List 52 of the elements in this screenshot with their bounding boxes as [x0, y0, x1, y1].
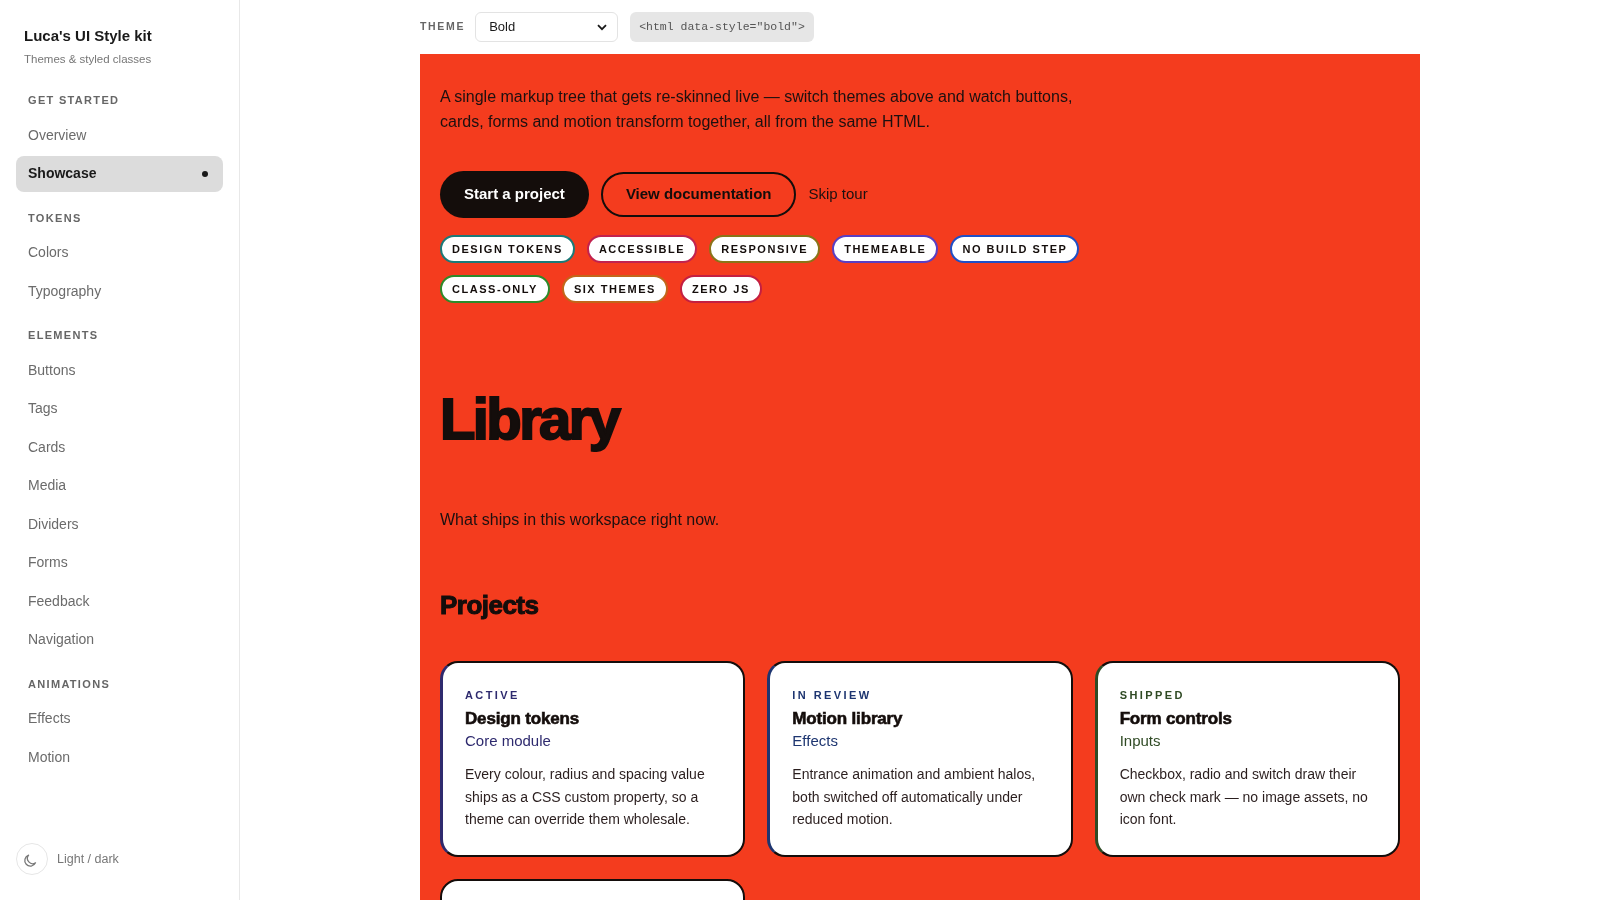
sidebar-item[interactable]: Forms: [16, 544, 223, 581]
moon-icon: [16, 843, 48, 875]
card-title: Form controls: [1119, 709, 1233, 729]
tag: NO BUILD STEP: [950, 235, 1080, 263]
sidebar-item[interactable]: Typography: [16, 273, 223, 309]
sidebar-item[interactable]: Cards: [16, 429, 223, 465]
section-heading: TOKENS: [27, 210, 83, 226]
card-category: Core module: [465, 731, 552, 751]
status-label: IN REVIEW: [792, 688, 873, 703]
library-subtitle: What ships in this workspace right now.: [440, 510, 721, 530]
theme-select[interactable]: Bold: [475, 12, 619, 42]
tag: ACCESSIBLE: [586, 235, 698, 263]
sidebar-item[interactable]: Buttons: [16, 352, 223, 388]
card-category: Inputs: [1119, 731, 1162, 751]
sidebar-item[interactable]: Tags: [16, 390, 223, 427]
theme-toggle[interactable]: Light / dark: [16, 843, 223, 875]
card-category: Effects: [792, 731, 839, 751]
tag: CLASS-ONLY: [440, 275, 550, 303]
sidebar-item[interactable]: Dividers: [16, 506, 223, 542]
code-snippet: <html data-style="bold">: [630, 12, 814, 42]
card-title: Design tokens: [465, 709, 580, 729]
card-description: Entrance animation and ambient halos, both switched off automatically under reduced motion.: [792, 765, 1037, 829]
sidebar-item[interactable]: Overview: [16, 117, 223, 153]
tag: DESIGN TOKENS: [440, 235, 575, 263]
section-heading: ELEMENTS: [27, 328, 100, 343]
projects-heading: Projects: [440, 590, 540, 620]
status-label: ACTIVE: [465, 688, 521, 703]
status-label: SHIPPED: [1119, 688, 1186, 703]
sidebar-item[interactable]: Navigation: [16, 621, 223, 658]
card-title: Motion library: [792, 709, 904, 729]
chevron-down-icon: [597, 23, 608, 31]
app-subtitle: Themes & styled classes: [23, 52, 153, 67]
tag: THEMEABLE: [832, 235, 939, 263]
intro-text: A single markup tree that gets re-skinned live — switch themes above and watch buttons, cards, forms and motion transform together, all from the same HTML.: [440, 87, 1074, 132]
sidebar-item[interactable]: Colors: [16, 234, 223, 271]
sidebar-item[interactable]: Motion: [16, 739, 223, 775]
card-description: Every colour, radius and spacing value ships as a CSS custom property, so a theme can override them wholesale.: [465, 765, 706, 829]
sidebar-item[interactable]: Effects: [16, 700, 223, 737]
sidebar-item[interactable]: Showcase: [16, 155, 223, 192]
tag: ZERO JS: [679, 275, 762, 303]
app-title: Luca's UI Style kit: [23, 26, 153, 46]
secondary-button[interactable]: View documentation: [600, 172, 797, 217]
primary-button[interactable]: Start a project: [440, 171, 589, 218]
card-description: Checkbox, radio and switch draw their own check mark — no image assets, no icon font.: [1119, 765, 1369, 829]
section-heading: GET STARTED: [27, 93, 121, 108]
tag: SIX THEMES: [561, 275, 668, 303]
sidebar-item[interactable]: Feedback: [16, 583, 223, 619]
sidebar-item[interactable]: Media: [16, 467, 223, 504]
section-heading: ANIMATIONS: [27, 676, 112, 692]
text-link[interactable]: Skip tour: [808, 183, 868, 206]
theme-label: THEME: [420, 19, 466, 35]
tag: RESPONSIVE: [709, 235, 821, 263]
